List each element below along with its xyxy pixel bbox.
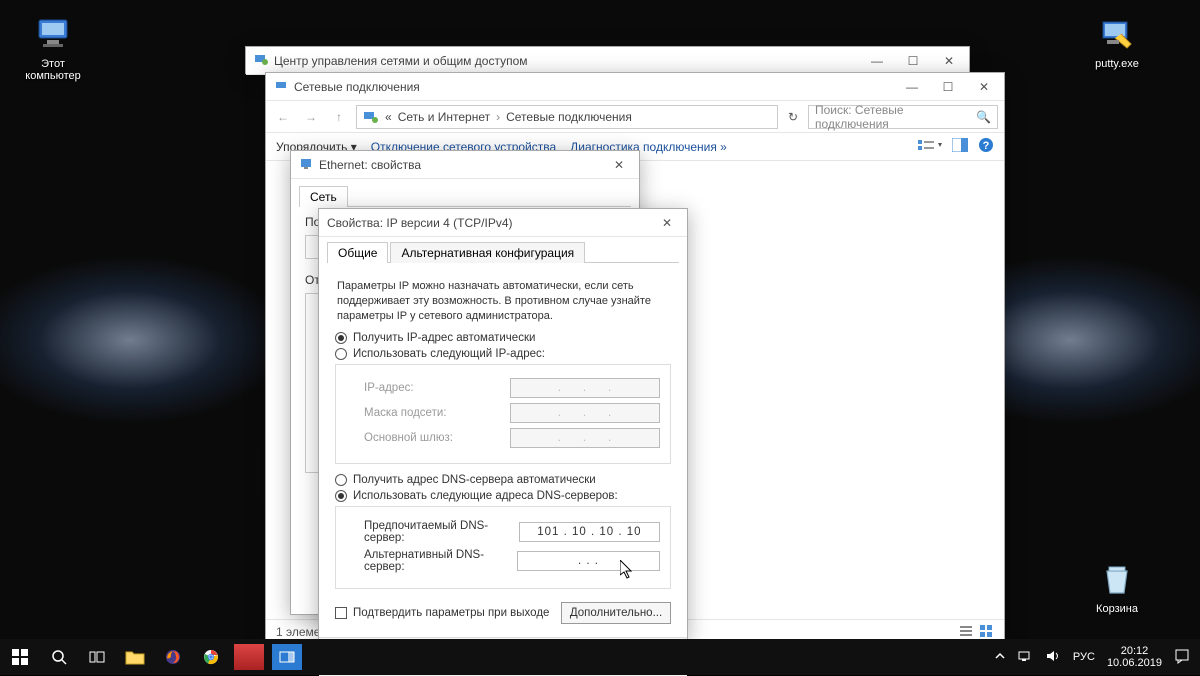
tray-volume-icon[interactable] — [1045, 648, 1061, 667]
search-input[interactable]: Поиск: Сетевые подключения 🔍 — [808, 105, 998, 129]
close-button[interactable]: ✕ — [931, 48, 967, 74]
field-label: Маска подсети: — [364, 407, 446, 419]
system-tray: РУС 20:12 10.06.2019 — [985, 645, 1200, 669]
radio-use-ip[interactable]: Использовать следующий IP-адрес: — [335, 348, 671, 360]
tray-expand-icon[interactable] — [995, 651, 1005, 664]
putty-icon — [1097, 14, 1137, 54]
crumb-chevron: « — [385, 110, 392, 124]
radio-obtain-dns-auto[interactable]: Получить адрес DNS-сервера автоматически — [335, 474, 671, 486]
window-title: Ethernet: свойства — [319, 158, 601, 172]
tray-language[interactable]: РУС — [1073, 651, 1095, 663]
taskbar-app-2[interactable] — [272, 644, 302, 670]
maximize-button[interactable]: ☐ — [895, 48, 931, 74]
tray-time: 20:12 — [1107, 645, 1162, 657]
minimize-button[interactable]: — — [859, 48, 895, 74]
tray-network-icon[interactable] — [1017, 648, 1033, 667]
view-mode-icons[interactable] — [960, 623, 994, 640]
desktop-icon-recycle-bin[interactable]: Корзина — [1082, 559, 1152, 615]
radio-obtain-ip-auto[interactable]: Получить IP-адрес автоматически — [335, 332, 671, 344]
crumb-item[interactable]: Сеть и Интернет — [398, 110, 490, 124]
field-ip-address: IP-адрес: . . . — [346, 378, 660, 398]
radio-label: Использовать следующий IP-адрес: — [353, 348, 545, 360]
ethernet-icon — [299, 156, 313, 173]
radio-label: Получить адрес DNS-сервера автоматически — [353, 474, 596, 486]
desktop-icon-this-pc[interactable]: Этот компьютер — [18, 14, 88, 82]
checkbox-icon — [335, 607, 347, 619]
nav-forward-button[interactable]: → — [300, 106, 322, 128]
crumb-item[interactable]: Сетевые подключения — [506, 110, 632, 124]
taskbar-chrome[interactable] — [192, 639, 230, 675]
radio-label: Использовать следующие адреса DNS-сервер… — [353, 490, 618, 502]
view-options-button[interactable] — [918, 138, 942, 155]
window-ipv4-properties: Свойства: IP версии 4 (TCP/IPv4) ✕ Общие… — [318, 208, 688, 640]
taskbar-app-1[interactable] — [234, 644, 264, 670]
ip-input: . . . — [510, 403, 660, 423]
radio-icon — [335, 490, 347, 502]
desktop-icon-putty[interactable]: putty.exe — [1082, 14, 1152, 70]
close-button[interactable]: ✕ — [966, 74, 1002, 100]
taskbar-search-button[interactable] — [40, 639, 78, 675]
maximize-button[interactable]: ☐ — [930, 74, 966, 100]
window-icon — [274, 78, 288, 95]
tray-notifications-icon[interactable] — [1174, 648, 1190, 667]
window-icon — [254, 52, 268, 69]
preview-pane-button[interactable] — [952, 138, 968, 155]
taskbar-file-explorer[interactable] — [116, 639, 154, 675]
taskbar-taskview-button[interactable] — [78, 639, 116, 675]
radio-label: Получить IP-адрес автоматически — [353, 332, 535, 344]
desktop-icon-label: Этот компьютер — [25, 58, 80, 82]
refresh-button[interactable]: ↻ — [784, 110, 802, 124]
start-button[interactable] — [0, 639, 40, 675]
field-alternate-dns: Альтернативный DNS-сервер: . . . — [346, 549, 660, 573]
field-label: Основной шлюз: — [364, 432, 453, 444]
field-label: IP-адрес: — [364, 382, 414, 394]
advanced-button[interactable]: Дополнительно... — [561, 602, 671, 624]
checkbox-validate-on-exit[interactable]: Подтвердить параметры при выходе — [335, 607, 549, 619]
description-text: Параметры IP можно назначать автоматичес… — [337, 279, 669, 324]
tray-date: 10.06.2019 — [1107, 657, 1162, 669]
ip-input: . . . — [510, 378, 660, 398]
crumb-separator: › — [496, 110, 500, 124]
field-subnet-mask: Маска подсети: . . . — [346, 403, 660, 423]
checkbox-label: Подтвердить параметры при выходе — [353, 607, 549, 619]
window-network-center: Центр управления сетями и общим доступом… — [245, 46, 970, 74]
recycle-bin-icon — [1097, 559, 1137, 599]
radio-icon — [335, 474, 347, 486]
radio-icon — [335, 348, 347, 360]
window-title: Свойства: IP версии 4 (TCP/IPv4) — [327, 216, 649, 230]
close-button[interactable]: ✕ — [649, 210, 685, 236]
breadcrumb[interactable]: « Сеть и Интернет › Сетевые подключения — [356, 105, 778, 129]
nav-up-button[interactable]: ↑ — [328, 106, 350, 128]
field-label: Альтернативный DNS-сервер: — [364, 549, 517, 573]
radio-icon — [335, 332, 347, 344]
ip-input: . . . — [510, 428, 660, 448]
nav-back-button[interactable]: ← — [272, 106, 294, 128]
window-title: Центр управления сетями и общим доступом — [274, 54, 859, 68]
field-preferred-dns: Предпочитаемый DNS-сервер: 101 . 10 . 10… — [346, 520, 660, 544]
window-title: Сетевые подключения — [294, 80, 894, 94]
tray-clock[interactable]: 20:12 10.06.2019 — [1107, 645, 1162, 669]
tab-general[interactable]: Общие — [327, 242, 388, 263]
desktop-icon-label: Корзина — [1096, 603, 1138, 615]
desktop-icon-label: putty.exe — [1095, 58, 1139, 70]
svg-text:?: ? — [983, 140, 990, 152]
computer-icon — [33, 14, 73, 54]
dns-input-preferred[interactable]: 101 . 10 . 10 . 10 — [519, 522, 660, 542]
tab-network[interactable]: Сеть — [299, 186, 348, 207]
tab-alt-config[interactable]: Альтернативная конфигурация — [390, 242, 585, 263]
dns-input-alternate[interactable]: . . . — [517, 551, 660, 571]
search-placeholder: Поиск: Сетевые подключения — [815, 103, 972, 131]
field-label: Предпочитаемый DNS-сервер: — [364, 520, 519, 544]
taskbar: РУС 20:12 10.06.2019 — [0, 639, 1200, 675]
minimize-button[interactable]: — — [894, 74, 930, 100]
close-button[interactable]: ✕ — [601, 152, 637, 178]
help-button[interactable]: ? — [978, 137, 994, 156]
network-icon — [363, 109, 379, 125]
taskbar-firefox[interactable] — [154, 639, 192, 675]
search-icon: 🔍 — [976, 110, 991, 124]
field-gateway: Основной шлюз: . . . — [346, 428, 660, 448]
radio-use-dns[interactable]: Использовать следующие адреса DNS-сервер… — [335, 490, 671, 502]
